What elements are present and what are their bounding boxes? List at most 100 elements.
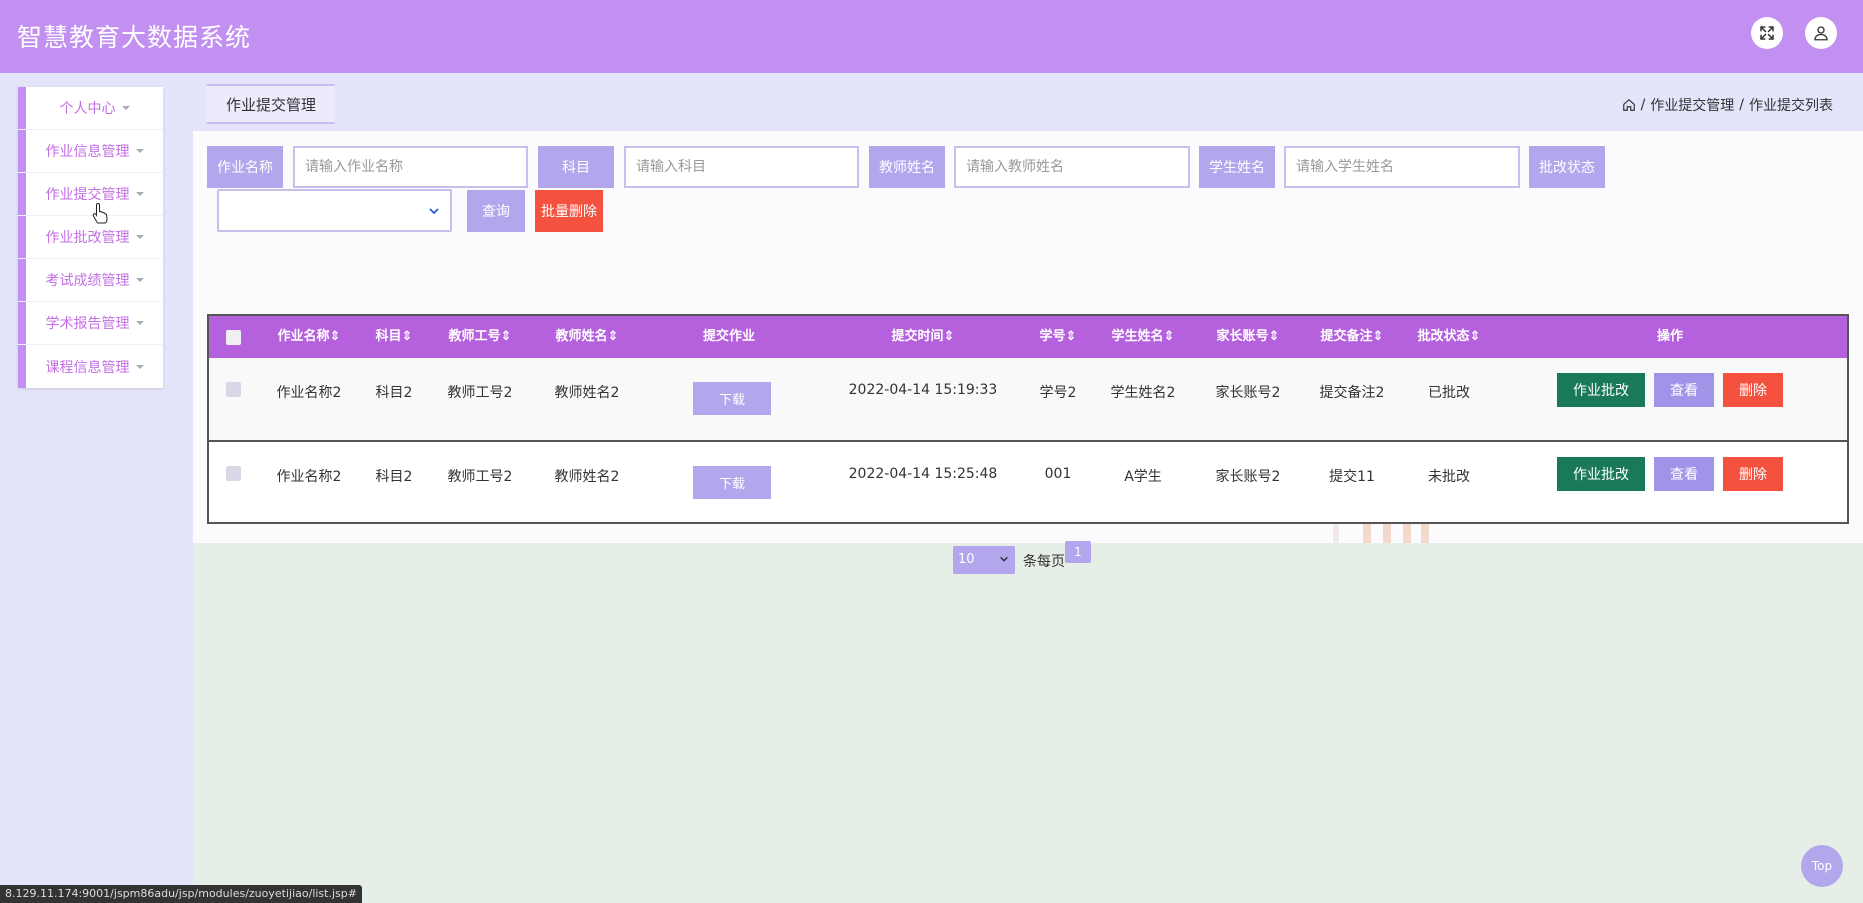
subject-input[interactable] (624, 146, 859, 188)
sidebar-item-homework-info[interactable]: 作业信息管理 (18, 130, 163, 173)
sidebar-item-course-info[interactable]: 课程信息管理 (18, 345, 163, 388)
status-bar-url: 8.129.11.174:9001/jspm86adu/jsp/modules/… (0, 885, 362, 903)
col-student-name[interactable]: 学生姓名⇕ (1112, 316, 1175, 358)
caret-down-icon (121, 106, 130, 110)
sidebar-item-label: 作业批改管理 (45, 230, 130, 246)
select-all-checkbox[interactable] (226, 330, 241, 345)
caret-down-icon (135, 149, 144, 153)
caret-down-icon (135, 192, 144, 196)
back-to-top-button[interactable]: Top (1801, 845, 1843, 887)
batch-delete-button[interactable]: 批量删除 (535, 190, 603, 232)
sidebar-item-label: 个人中心 (59, 101, 116, 117)
cell-review-status: 已批改 (1428, 385, 1470, 401)
cell-submit-time: 2022-04-14 15:19:33 (848, 382, 998, 398)
search-label-student-name: 学生姓名 (1199, 146, 1275, 188)
cell-student-id: 学号2 (1039, 385, 1077, 401)
col-student-id[interactable]: 学号⇕ (1040, 316, 1077, 358)
col-submit-time[interactable]: 提交时间⇕ (892, 316, 955, 358)
cell-teacher-id: 教师工号2 (447, 469, 513, 485)
hand-cursor-icon (92, 202, 108, 224)
download-button[interactable]: 下载 (693, 466, 771, 499)
user-button[interactable] (1805, 17, 1837, 49)
row-checkbox[interactable] (226, 466, 241, 481)
cell-parent-account: 家长账号2 (1215, 385, 1281, 401)
breadcrumb-separator: / (1739, 97, 1744, 113)
cell-submit-remark: 提交备注2 (1319, 385, 1385, 401)
sort-icon: ⇕ (1065, 329, 1077, 344)
cell-subject: 科目2 (375, 469, 413, 485)
cell-student-name: 学生姓名2 (1110, 385, 1176, 401)
cell-submit-time: 2022-04-14 15:25:48 (848, 466, 998, 482)
sort-icon: ⇕ (401, 329, 413, 344)
cell-teacher-name: 教师姓名2 (554, 385, 620, 401)
tab-homework-submission[interactable]: 作业提交管理 (207, 84, 335, 124)
cell-submit-remark: 提交11 (1329, 469, 1375, 485)
review-status-select[interactable] (217, 189, 452, 232)
view-button[interactable]: 查看 (1654, 373, 1714, 407)
user-icon (1814, 26, 1828, 41)
search-label-homework-name: 作业名称 (207, 146, 283, 188)
caret-down-icon (135, 364, 144, 369)
page-titlebar: 作业提交管理 / 作业提交管理 / 作业提交列表 (193, 73, 1863, 131)
sidebar-item-label: 作业信息管理 (45, 144, 130, 160)
col-review-status[interactable]: 批改状态⇕ (1418, 316, 1481, 358)
caret-down-icon (135, 278, 144, 282)
sort-icon: ⇕ (943, 329, 955, 344)
breadcrumb-separator: / (1640, 97, 1646, 113)
col-homework-name[interactable]: 作业名称⇕ (278, 316, 341, 358)
sidebar-item-academic-reports[interactable]: 学术报告管理 (18, 302, 163, 345)
home-icon[interactable] (1622, 98, 1636, 112)
cell-review-status: 未批改 (1428, 469, 1470, 485)
sidebar-item-label: 课程信息管理 (45, 359, 130, 376)
sort-icon: ⇕ (1163, 329, 1175, 344)
breadcrumb-item[interactable]: 作业提交管理 (1650, 95, 1734, 115)
caret-down-icon (135, 235, 144, 239)
cell-parent-account: 家长账号2 (1215, 469, 1281, 485)
page-number-current[interactable]: 1 (1065, 541, 1091, 563)
page-size-value: 10 (958, 552, 975, 567)
app-title: 智慧教育大数据系统 (17, 23, 252, 52)
top-header: 智慧教育大数据系统 (0, 0, 1863, 73)
homework-name-input[interactable] (293, 146, 528, 188)
table-header: 作业名称⇕ 科目⇕ 教师工号⇕ 教师姓名⇕ 提交作业 提交时间⇕ 学号⇕ 学生姓… (209, 316, 1847, 358)
review-homework-button[interactable]: 作业批改 (1557, 373, 1645, 407)
submission-table: 作业名称⇕ 科目⇕ 教师工号⇕ 教师姓名⇕ 提交作业 提交时间⇕ 学号⇕ 学生姓… (207, 314, 1849, 524)
sidebar-item-personal-center[interactable]: 个人中心 (18, 87, 163, 130)
student-name-input[interactable] (1284, 146, 1520, 188)
col-parent-account[interactable]: 家长账号⇕ (1217, 316, 1280, 358)
caret-down-icon (135, 321, 144, 325)
sort-icon: ⇕ (329, 329, 341, 344)
col-submitted-homework: 提交作业 (702, 329, 756, 344)
download-button[interactable]: 下载 (693, 382, 771, 415)
col-teacher-name[interactable]: 教师姓名⇕ (556, 316, 619, 358)
sidebar-item-homework-review[interactable]: 作业批改管理 (18, 216, 163, 259)
table-row: 作业名称2 科目2 教师工号2 教师姓名2 下载 2022-04-14 15:2… (209, 440, 1847, 522)
col-actions: 操作 (1656, 329, 1684, 344)
fullscreen-icon (1760, 26, 1774, 40)
col-subject[interactable]: 科目⇕ (376, 316, 413, 358)
col-submit-remark[interactable]: 提交备注⇕ (1321, 316, 1384, 358)
breadcrumb-item-current: 作业提交列表 (1749, 98, 1833, 114)
search-label-teacher-name: 教师姓名 (869, 146, 945, 188)
sidebar-item-exam-scores[interactable]: 考试成绩管理 (18, 259, 163, 302)
teacher-name-input[interactable] (954, 146, 1190, 188)
sort-icon: ⇕ (1372, 329, 1384, 344)
fullscreen-button[interactable] (1751, 17, 1783, 49)
view-button[interactable]: 查看 (1654, 457, 1714, 491)
col-teacher-id[interactable]: 教师工号⇕ (449, 316, 512, 358)
query-button[interactable]: 查询 (467, 190, 525, 232)
sort-icon: ⇕ (1469, 329, 1481, 344)
cell-student-name: A学生 (1124, 469, 1162, 485)
breadcrumb: / 作业提交管理 / 作业提交列表 (1622, 95, 1833, 115)
search-label-review-status: 批改状态 (1529, 146, 1605, 188)
sort-icon: ⇕ (1268, 329, 1280, 344)
row-checkbox[interactable] (226, 382, 241, 397)
delete-button[interactable]: 删除 (1723, 373, 1783, 407)
review-homework-button[interactable]: 作业批改 (1557, 457, 1645, 491)
page-size-select[interactable]: 10 (953, 546, 1015, 574)
cell-teacher-id: 教师工号2 (447, 385, 513, 401)
chevron-down-icon (429, 208, 439, 215)
delete-button[interactable]: 删除 (1723, 457, 1783, 491)
sidebar-item-homework-submission[interactable]: 作业提交管理 (18, 173, 163, 216)
main-content: 作业提交管理 / 作业提交管理 / 作业提交列表 作业名称 科目 教师姓名 学生… (193, 73, 1863, 903)
